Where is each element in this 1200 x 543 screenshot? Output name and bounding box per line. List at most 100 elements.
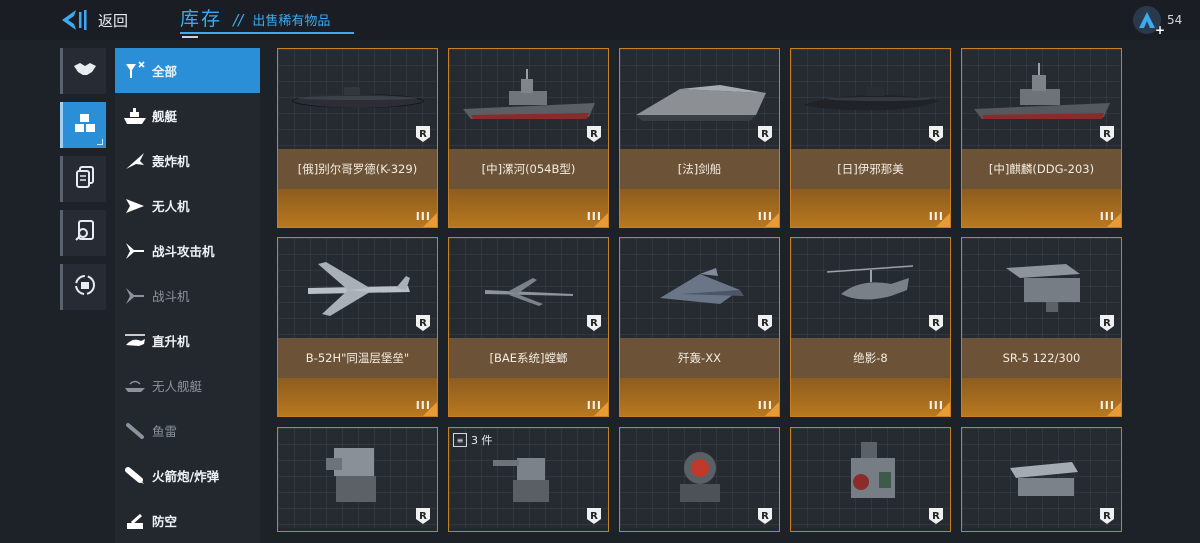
corner-triangle (1107, 402, 1121, 416)
rarity-r-icon: R (758, 508, 772, 524)
item-name-band: 绝影-8 (791, 338, 950, 378)
item-footer (278, 378, 437, 416)
stack-icon: ≡ (453, 433, 467, 447)
torpedo-icon (122, 419, 148, 443)
rail-recycle-button[interactable] (60, 264, 106, 310)
corner-triangle (423, 213, 437, 227)
rarity-r-icon: R (758, 126, 772, 142)
svg-text:R: R (1103, 129, 1111, 140)
fighter-jet-icon (660, 268, 744, 304)
category-label: 舰艇 (152, 109, 178, 124)
inventory-cubes-icon (74, 113, 96, 137)
item-footer (620, 378, 779, 416)
badge-count: 54 (1167, 13, 1183, 27)
category-rockets-bombs[interactable]: 火箭炮/炸弹 (115, 453, 260, 498)
turret-icon (851, 442, 895, 498)
item-image (278, 238, 437, 338)
category-ships[interactable]: 舰艇 (115, 93, 260, 138)
back-label: 返回 (98, 11, 129, 30)
svg-text:R: R (932, 511, 940, 522)
bomber-icon (308, 262, 410, 316)
item-card[interactable]: [BAE系统]螳螂 III R (448, 237, 609, 417)
item-card[interactable]: [俄]别尔哥罗德(K-329) III R (277, 48, 438, 228)
item-image (962, 49, 1121, 149)
item-card[interactable]: [日]伊邪那美 III R (790, 48, 951, 228)
top-bar: 返回 库存 // 出售稀有物品 + 54 (0, 0, 1200, 40)
item-image (278, 49, 437, 149)
corner-triangle (594, 213, 608, 227)
ship-icon (122, 104, 148, 128)
item-image (449, 49, 608, 149)
rarity-r-icon: R (929, 508, 943, 524)
rarity-r-icon: R (1100, 508, 1114, 524)
rarity-r-icon: R (929, 126, 943, 142)
item-card[interactable]: 绝影-8 III R (790, 237, 951, 417)
item-name-band: SR-5 122/300 (962, 338, 1121, 378)
item-card[interactable]: R (961, 427, 1122, 532)
item-image (278, 428, 437, 528)
corner-triangle (594, 402, 608, 416)
plus-icon: + (1154, 23, 1165, 37)
item-image (791, 238, 950, 338)
item-image (620, 428, 779, 528)
corner-triangle (765, 213, 779, 227)
rarity-r-icon: R (929, 315, 943, 331)
drone-icon (122, 194, 148, 218)
search-document-icon (74, 220, 95, 246)
item-image (449, 238, 608, 338)
turret-icon (326, 448, 376, 502)
item-footer (449, 378, 608, 416)
category-helicopters[interactable]: 直升机 (115, 318, 260, 363)
svg-text:R: R (932, 129, 940, 140)
frigate-icon (463, 69, 595, 119)
svg-text:R: R (1103, 511, 1111, 522)
profile-badge[interactable]: + 54 (1133, 6, 1183, 37)
category-torpedoes[interactable]: 鱼雷 (115, 408, 260, 453)
svg-text:R: R (419, 511, 427, 522)
back-button[interactable]: 返回 (60, 8, 128, 32)
category-panel: 全部 舰艇 轰炸机 无人机 战斗攻击机 战斗机 直升机 无人舰艇 鱼雷 火箭炮/… (115, 48, 260, 543)
item-card[interactable]: B-52H"同温层堡垒" III R (277, 237, 438, 417)
category-air-defense[interactable]: 防空 (115, 498, 260, 543)
item-card[interactable]: R (790, 427, 951, 532)
category-fighters[interactable]: 战斗机 (115, 273, 260, 318)
category-label: 无人机 (152, 199, 190, 214)
corner-triangle (423, 402, 437, 416)
item-name-band: [中]漯河(054B型) (449, 149, 608, 189)
item-name: [法]剑船 (677, 162, 722, 176)
item-name-band: [中]麒麟(DDG-203) (962, 149, 1121, 189)
item-card[interactable]: SR-5 122/300 III R (961, 237, 1122, 417)
category-drones[interactable]: 无人机 (115, 183, 260, 228)
item-card[interactable]: [法]剑船 III R (619, 48, 780, 228)
category-bombers[interactable]: 轰炸机 (115, 138, 260, 183)
category-all[interactable]: 全部 (115, 48, 260, 93)
item-card[interactable]: ≡ 3 件 R (448, 427, 609, 532)
item-name-band: B-52H"同温层堡垒" (278, 338, 437, 378)
item-card[interactable]: R (277, 427, 438, 532)
corner-mark (97, 139, 103, 145)
category-unmanned-ships[interactable]: 无人舰艇 (115, 363, 260, 408)
item-image (620, 49, 779, 149)
item-card[interactable]: R (619, 427, 780, 532)
rarity-r-icon: R (416, 508, 430, 524)
item-name-band: [法]剑船 (620, 149, 779, 189)
all-filter-icon (122, 59, 148, 83)
category-label: 火箭炮/炸弹 (152, 469, 220, 484)
rail-inventory-button[interactable] (60, 102, 106, 148)
rail-search-button[interactable] (60, 210, 106, 256)
item-card[interactable]: 歼轰-XX III R (619, 237, 780, 417)
item-name: [中]漯河(054B型) (481, 162, 576, 176)
category-attack-jets[interactable]: 战斗攻击机 (115, 228, 260, 273)
rarity-r-icon: R (587, 126, 601, 142)
rail-documents-button[interactable] (60, 156, 106, 202)
item-footer (449, 189, 608, 227)
item-name-band: [俄]别尔哥罗德(K-329) (278, 149, 437, 189)
rail-trade-button[interactable] (60, 48, 106, 94)
title-separator: // (233, 11, 244, 29)
item-card[interactable]: [中]麒麟(DDG-203) III R (961, 48, 1122, 228)
item-name: [中]麒麟(DDG-203) (988, 162, 1095, 176)
item-card[interactable]: [中]漯河(054B型) III R (448, 48, 609, 228)
svg-text:R: R (932, 318, 940, 329)
title-mark (182, 36, 198, 38)
rarity-r-icon: R (587, 315, 601, 331)
